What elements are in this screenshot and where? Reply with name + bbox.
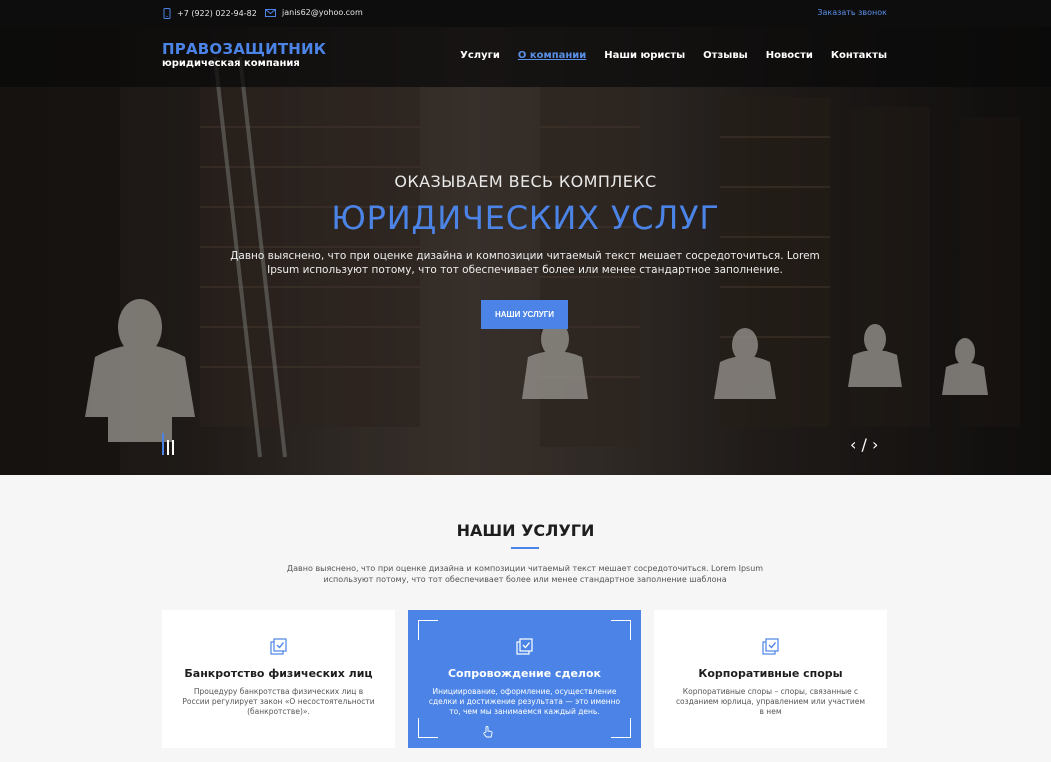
email-contact[interactable]: janis62@yohoo.com	[265, 8, 363, 17]
logo-title[interactable]: ПРАВОЗАЩИТНИК	[162, 40, 326, 58]
slide-indicator-bar[interactable]	[172, 440, 174, 455]
phone-number[interactable]: +7 (922) 022-94-82	[177, 9, 257, 18]
our-services-button[interactable]: НАШИ УСЛУГИ	[481, 300, 568, 329]
card-corner	[418, 620, 438, 640]
phone-icon	[163, 8, 171, 19]
slide-indicator[interactable]	[162, 433, 174, 455]
nav-item-reviews[interactable]: Отзывы	[703, 50, 748, 61]
hero-slider: ПРАВОЗАЩИТНИК юридическая компания Услуг…	[0, 27, 1051, 475]
callback-link[interactable]: Заказать звонок	[817, 8, 887, 17]
logo-subtitle: юридическая компания	[162, 58, 300, 69]
main-nav: Услуги О компании Наши юристы Отзывы Нов…	[460, 50, 887, 61]
service-card-deals[interactable]: Сопровождение сделок Инициирование, офор…	[408, 610, 641, 748]
nav-item-services[interactable]: Услуги	[460, 50, 500, 61]
nav-item-contacts[interactable]: Контакты	[831, 50, 887, 61]
slide-indicator-current[interactable]	[162, 433, 164, 455]
hand-cursor-icon	[483, 723, 493, 742]
nav-item-news[interactable]: Новости	[766, 50, 813, 61]
service-card-text: Корпоративные споры – споры, связанные с…	[675, 687, 866, 716]
service-card-title: Банкротство физических лиц	[184, 667, 373, 680]
services-section-description: Давно выяснено, что при оценке дизайна и…	[286, 564, 764, 584]
services-section-title: НАШИ УСЛУГИ	[456, 521, 595, 540]
site-header: ПРАВОЗАЩИТНИК юридическая компания Услуг…	[0, 27, 1051, 87]
slider-arrows[interactable]: ‹ / ›	[850, 435, 878, 454]
checklist-icon	[516, 638, 534, 656]
card-corner	[418, 718, 438, 738]
service-card-corporate[interactable]: Корпоративные споры Корпоративные споры …	[654, 610, 887, 748]
nav-item-about[interactable]: О компании	[518, 50, 586, 61]
email-address[interactable]: janis62@yohoo.com	[282, 8, 363, 17]
service-card-text: Процедуру банкротства физических лиц в Р…	[182, 687, 375, 716]
service-card-title: Сопровождение сделок	[447, 667, 601, 680]
mail-icon	[265, 8, 276, 17]
service-card-title: Корпоративные споры	[698, 667, 843, 680]
service-card-text: Инициирование, оформление, осуществление…	[428, 687, 621, 716]
phone-contact[interactable]: +7 (922) 022-94-82	[163, 8, 257, 19]
hero-pretitle: ОКАЗЫВАЕМ ВЕСЬ КОМПЛЕКС	[394, 172, 657, 191]
nav-item-lawyers[interactable]: Наши юристы	[604, 50, 685, 61]
service-card-bankruptcy[interactable]: Банкротство физических лиц Процедуру бан…	[162, 610, 395, 748]
checklist-icon	[270, 638, 288, 656]
hero-title: ЮРИДИЧЕСКИХ УСЛУГ	[331, 199, 720, 237]
title-divider	[511, 547, 539, 549]
checklist-icon	[762, 638, 780, 656]
slide-indicator-bar[interactable]	[167, 440, 169, 455]
top-bar: +7 (922) 022-94-82 janis62@yohoo.com Зак…	[0, 0, 1051, 27]
card-corner	[611, 718, 631, 738]
card-corner	[611, 620, 631, 640]
hero-description: Давно выяснено, что при оценке дизайна и…	[230, 250, 820, 276]
